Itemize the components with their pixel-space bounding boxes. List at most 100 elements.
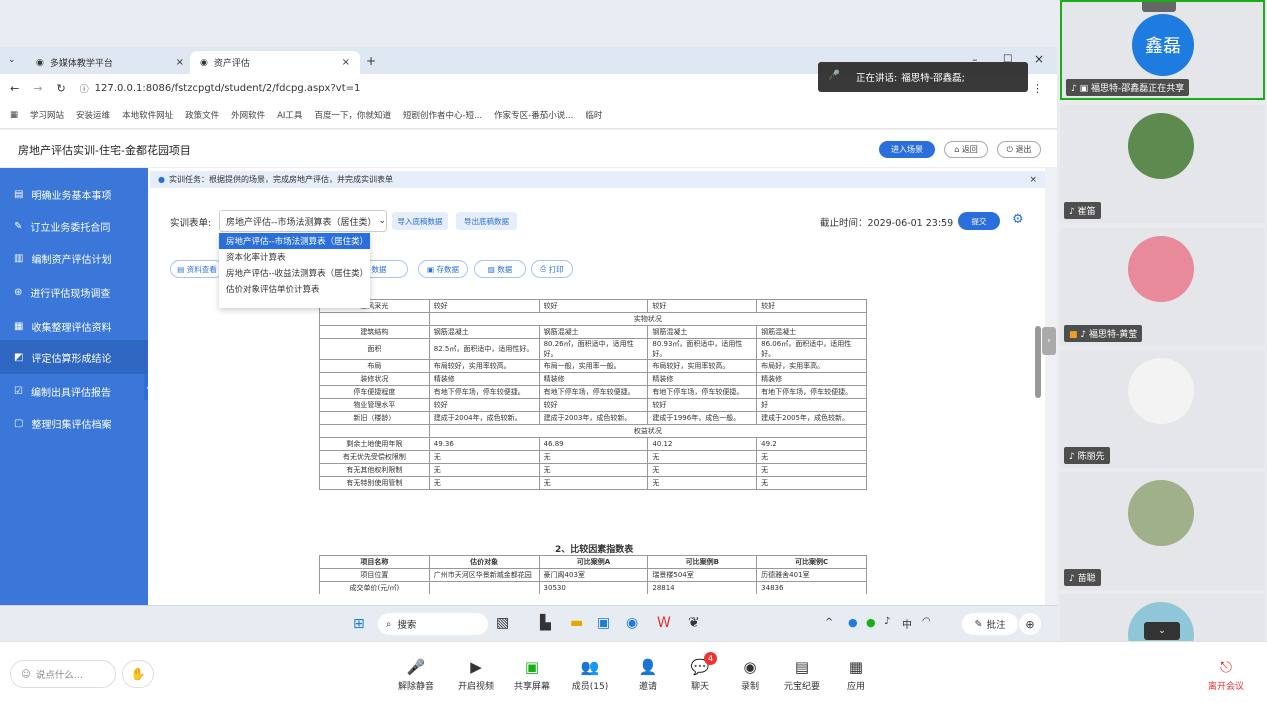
table-cell[interactable]: 钢筋混凝土 (538, 325, 649, 339)
table-cell[interactable]: 46.89 (538, 437, 649, 451)
scrollbar-thumb[interactable] (1035, 326, 1041, 398)
table-cell[interactable]: 有地下停车场，停车较便捷。 (538, 385, 649, 399)
view-docs-button[interactable]: ▤ 资料查看 (170, 260, 224, 278)
table-cell[interactable]: 布局一般，实用率一般。 (538, 359, 649, 373)
members-button[interactable]: 👥 成员(15) (564, 658, 616, 692)
table-cell[interactable]: 无 (756, 450, 867, 464)
table-cell[interactable]: 建成于2003年，成色较新。 (538, 411, 649, 425)
chat-button[interactable]: 💬 聊天 4 (674, 652, 726, 692)
wps-icon[interactable]: W (657, 615, 671, 631)
share-screen-button[interactable]: ▣ 共享屏幕 (506, 658, 558, 692)
app-icon[interactable]: ▣ (597, 615, 610, 631)
export-button[interactable]: 导出底稿数据 (456, 212, 517, 230)
table-cell[interactable]: 无 (647, 450, 758, 464)
table-cell[interactable]: 布局好，实用率高。 (756, 359, 867, 373)
apps-button[interactable]: ▦ 应用 (830, 658, 882, 692)
table-cell[interactable]: 较好 (428, 299, 540, 313)
table-cell[interactable]: 无 (647, 476, 758, 490)
bookmark-item[interactable]: 短剧创作者中心-短... (403, 109, 482, 121)
leave-meeting-button[interactable]: ⎋ 离开会议 (1200, 658, 1252, 692)
table-cell[interactable]: 较好 (647, 398, 758, 412)
table-cell[interactable]: 精装修 (756, 372, 867, 386)
mic-icon[interactable]: ♪ (884, 616, 890, 627)
bookmark-item[interactable]: 外网软件 (231, 109, 265, 121)
back-button[interactable]: ⌂ 返回 (944, 141, 988, 158)
table-cell[interactable]: 较好 (756, 299, 867, 313)
submit-button[interactable]: 提交 (958, 212, 1000, 230)
scrollbar[interactable] (1035, 252, 1043, 592)
table-cell[interactable]: 建成于1996年，成色一般。 (647, 411, 758, 425)
back-arrow-icon[interactable]: ← (10, 82, 19, 95)
table-cell[interactable]: 80.93㎡，面积适中，适用性好。 (647, 338, 758, 360)
wifi-icon[interactable]: ◠ (922, 616, 931, 627)
table-cell[interactable]: 瑞景楼504室 (647, 568, 758, 582)
table-cell[interactable]: 无 (428, 463, 540, 477)
expand-panel-button[interactable]: › (1042, 327, 1056, 355)
table-cell[interactable]: 80.26㎡，面积适中，适用性好。 (538, 338, 649, 360)
table-cell[interactable]: 布局较好，实用率较高。 (647, 359, 758, 373)
table-cell[interactable]: 82.5㎡，面积适中，适用性好。 (428, 338, 540, 360)
bookmark-item[interactable]: 本地软件网址 (122, 109, 173, 121)
table-cell[interactable]: 无 (538, 463, 649, 477)
sidebar-item-6[interactable]: ◩ 评定估算形成结论 (0, 340, 148, 374)
table-cell[interactable]: 30530 (538, 581, 649, 594)
table-cell[interactable] (428, 581, 540, 594)
save-data-button[interactable]: ▣ 存数据 (418, 260, 468, 278)
table-cell[interactable]: 49.36 (428, 437, 540, 451)
bookmark-item[interactable]: 百度一下，你就知道 (314, 109, 391, 121)
dropdown-option[interactable]: 估价对象评估单价计算表 (219, 281, 370, 297)
tab-multimedia[interactable]: ◉ 多媒体教学平台 × (26, 51, 194, 74)
table-cell[interactable]: 精装修 (647, 372, 758, 386)
new-tab-button[interactable]: + (366, 54, 376, 68)
taskview-icon[interactable]: ▙ (540, 615, 551, 631)
bookmark-item[interactable]: 作家专区-番茄小说... (494, 109, 573, 121)
taskbar-search[interactable]: ⌕ 搜索 (378, 613, 488, 635)
zoom-button[interactable]: ⊕ (1019, 613, 1041, 635)
tray-app-icon[interactable]: ❦ (688, 615, 700, 631)
unmute-button[interactable]: 🎤 解除静音 (390, 658, 442, 692)
form-select[interactable]: 房地产评估--市场法测算表（居住类） ⌄ (219, 210, 387, 232)
reload-icon[interactable]: ↻ (56, 82, 65, 95)
table-cell[interactable]: 较好 (647, 299, 758, 313)
table-cell[interactable]: 广州市天河区华景新城金都花园 (428, 568, 540, 582)
summary-button[interactable]: ▤ 元宝纪要 (776, 658, 828, 692)
table-cell[interactable]: 28814 (647, 581, 758, 594)
collapse-icon[interactable] (1142, 2, 1176, 12)
file-explorer-icon[interactable]: ▬ (570, 615, 583, 631)
exit-button[interactable]: ⏻ 退出 (997, 141, 1041, 158)
record-button[interactable]: ◉ 录制 (724, 658, 776, 692)
table-cell[interactable]: 无 (756, 463, 867, 477)
apps-icon[interactable]: ▦ (10, 110, 18, 120)
bookmark-item[interactable]: AI工具 (277, 109, 302, 121)
table-cell[interactable]: 豪门阁403室 (538, 568, 649, 582)
table-cell[interactable]: 较好 (428, 398, 540, 412)
gear-icon[interactable]: ⚙ (1012, 212, 1024, 227)
table-cell[interactable]: 34836 (756, 581, 867, 594)
table-cell[interactable]: 较好 (538, 299, 649, 313)
table-cell[interactable]: 有地下停车场，停车较便捷。 (647, 385, 758, 399)
table-cell[interactable]: 49.2 (756, 437, 867, 451)
dropdown-option[interactable]: 资本化率计算表 (219, 249, 370, 265)
load-data-button[interactable]: ▨ 数据 (474, 260, 526, 278)
close-tab-icon[interactable]: × (342, 57, 350, 68)
table-cell[interactable]: 有地下停车场，停车较便捷。 (756, 385, 867, 399)
table-cell[interactable]: 历德雅舍401室 (756, 568, 867, 582)
forward-arrow-icon[interactable]: → (33, 82, 42, 95)
bookmark-item[interactable]: 临时 (585, 109, 602, 121)
menu-icon[interactable]: ⋮ (1032, 82, 1043, 95)
info-icon[interactable]: ⓘ (80, 82, 89, 95)
enter-scene-button[interactable]: 进入场景 (879, 141, 935, 158)
table-cell[interactable]: 无 (538, 476, 649, 490)
annotate-button[interactable]: ✎ 批注 (962, 613, 1018, 635)
bookmark-item[interactable]: 安装运维 (76, 109, 110, 121)
table-cell[interactable]: 较好 (538, 398, 649, 412)
chrome-icon[interactable]: ◉ (626, 615, 638, 631)
invite-button[interactable]: 👤 邀请 (622, 658, 674, 692)
tab-asset-eval[interactable]: ◉ 资产评估 × (190, 51, 360, 74)
table-cell[interactable]: 86.06㎡，面积适中，适用性好。 (756, 338, 867, 360)
widget-icon[interactable]: ▧ (496, 615, 509, 631)
raise-hand-button[interactable]: ✋ (122, 660, 154, 688)
table-cell[interactable]: 无 (647, 463, 758, 477)
sidebar-item-1[interactable]: ▤ 明确业务基本事项 (0, 177, 148, 211)
ime-icon[interactable]: 中 (902, 616, 912, 631)
